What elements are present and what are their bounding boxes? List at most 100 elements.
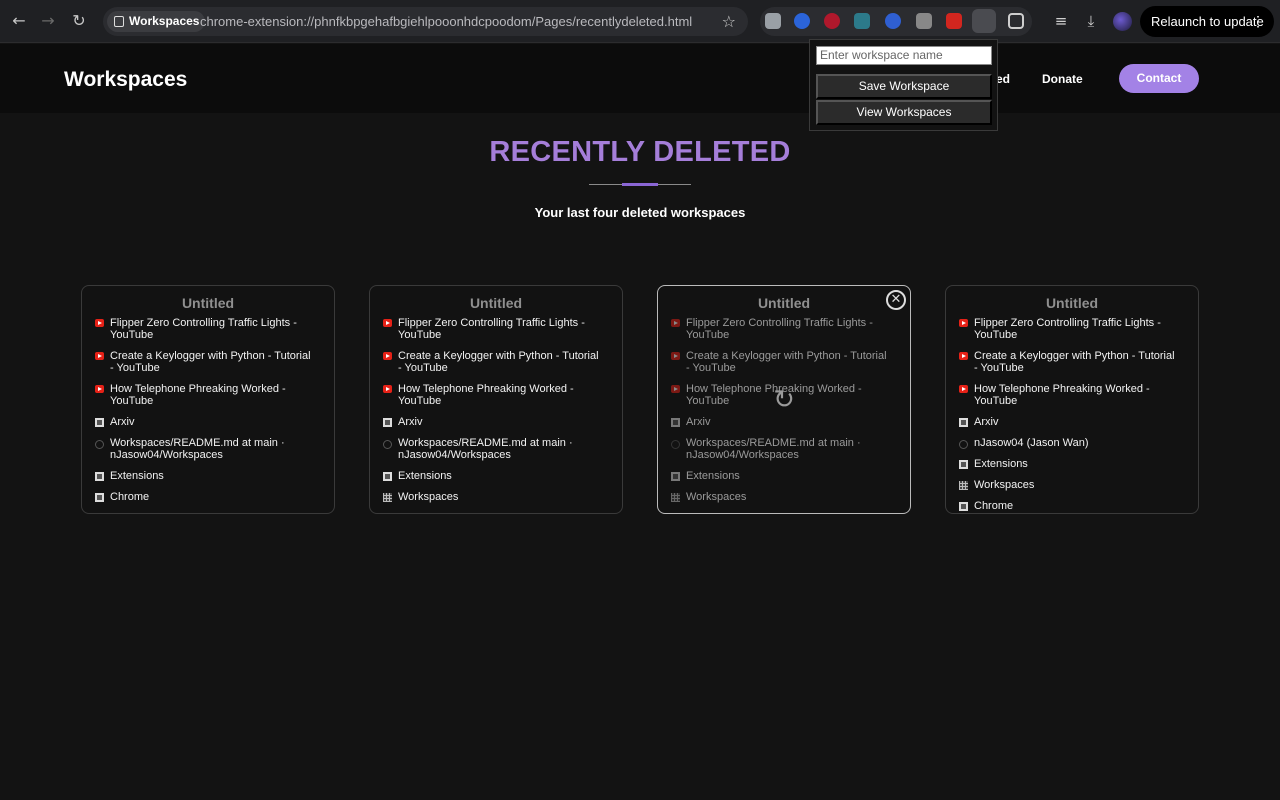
page-icon [959, 502, 968, 511]
workspace-card[interactable]: Untitled Flipper Zero Controlling Traffic… [657, 285, 911, 514]
workspace-tab-label: Workspaces/README.md at main · nJasow04/… [110, 437, 285, 461]
page-subtitle: Your last four deleted workspaces [534, 205, 746, 220]
workspace-tab-item[interactable]: How Telephone Phreaking Worked - YouTube [383, 383, 603, 407]
contact-button[interactable]: Contact [1119, 64, 1199, 93]
workspace-tab-item[interactable]: Create a Keylogger with Python - Tutoria… [95, 350, 315, 374]
workspace-tab-label: Workspaces [686, 491, 747, 503]
workspace-tab-label: Arxiv [686, 416, 711, 428]
workspace-tab-item[interactable]: Flipper Zero Controlling Traffic Lights … [959, 317, 1179, 341]
workspace-tab-label: Create a Keylogger with Python - Tutoria… [686, 350, 887, 374]
workspace-tab-item[interactable]: Arxiv [671, 416, 891, 428]
workspace-tab-item[interactable]: Workspaces [671, 491, 891, 503]
extension-page-icon [114, 16, 124, 27]
workspace-tab-item[interactable]: Workspaces [383, 491, 603, 503]
workspace-tab-label: Flipper Zero Controlling Traffic Lights … [686, 317, 873, 341]
workspace-tab-item[interactable]: Extensions [95, 470, 315, 482]
workspace-tab-item[interactable]: Flipper Zero Controlling Traffic Lights … [383, 317, 603, 341]
workspace-card[interactable]: Untitled Flipper Zero Controlling Traffic… [369, 285, 623, 514]
download-icon[interactable]: ⤓ [1082, 12, 1100, 30]
red-extension-icon[interactable] [946, 13, 962, 29]
site-header: Workspaces ed Donate Contact [0, 44, 1280, 113]
workspace-tab-label: How Telephone Phreaking Worked - YouTube [110, 383, 286, 407]
address-bar[interactable]: Workspaces chrome-extension://phnfkbpgeh… [103, 7, 748, 36]
workspace-tab-item[interactable]: Arxiv [959, 416, 1179, 428]
workspace-tab-label: Create a Keylogger with Python - Tutoria… [974, 350, 1175, 374]
page-icon [383, 418, 392, 427]
audio-extension-icon[interactable] [794, 13, 810, 29]
workspace-tab-item[interactable]: Extensions [671, 470, 891, 482]
workspace-tab-label: Workspaces/README.md at main · nJasow04/… [398, 437, 573, 461]
workspace-tab-item[interactable]: How Telephone Phreaking Worked - YouTube [959, 383, 1179, 407]
workspace-tab-item[interactable]: Create a Keylogger with Python - Tutoria… [383, 350, 603, 374]
youtube-icon [671, 352, 680, 360]
workspace-tab-list: Flipper Zero Controlling Traffic Lights … [95, 317, 315, 512]
page-title: RECENTLY DELETED [489, 136, 791, 168]
workspace-tab-label: Extensions [110, 470, 164, 482]
chrome-menu-icon[interactable]: ⋮ [1251, 6, 1265, 37]
gray-extension-icon[interactable] [916, 13, 932, 29]
workspace-name-input[interactable]: Enter workspace name [816, 46, 992, 65]
youtube-icon [959, 385, 968, 393]
close-icon[interactable]: ✕ [886, 290, 906, 310]
workspace-tab-item[interactable]: Workspaces/README.md at main · nJasow04/… [383, 437, 603, 461]
workspace-tab-item[interactable]: How Telephone Phreaking Worked - YouTube [95, 383, 315, 407]
profile-avatar[interactable] [1113, 12, 1132, 31]
youtube-icon [383, 385, 392, 393]
workspace-tab-item[interactable]: Arxiv [95, 416, 315, 428]
workspaces-extension-icon[interactable] [972, 9, 996, 33]
youtube-icon [95, 352, 104, 360]
forward-icon[interactable]: → [38, 11, 58, 31]
workspace-tab-label: Flipper Zero Controlling Traffic Lights … [398, 317, 585, 341]
title-divider-accent [622, 183, 658, 186]
workspace-tab-label: Flipper Zero Controlling Traffic Lights … [974, 317, 1161, 341]
workspace-tab-item[interactable]: Flipper Zero Controlling Traffic Lights … [95, 317, 315, 341]
view-workspaces-button[interactable]: View Workspaces [816, 100, 992, 125]
relaunch-button[interactable]: Relaunch to update ⋮ [1140, 6, 1274, 37]
workspace-tab-label: Workspaces/README.md at main · nJasow04/… [686, 437, 861, 461]
workspace-tab-item[interactable]: Chrome [95, 491, 315, 503]
ublock-extension-icon[interactable] [765, 13, 781, 29]
github-icon [95, 440, 104, 449]
video-extension-icon[interactable] [824, 13, 840, 29]
workspace-card[interactable]: Untitled Flipper Zero Controlling Traffic… [81, 285, 335, 514]
reading-list-icon[interactable]: ≡ [1052, 12, 1070, 30]
workspace-tab-item[interactable]: nJasow04 (Jason Wan) [959, 437, 1179, 449]
reload-icon[interactable]: ↻ [69, 11, 89, 31]
workspace-card-title: Untitled [181, 295, 235, 311]
page-icon [959, 460, 968, 469]
workspace-card[interactable]: Untitled Flipper Zero Controlling Traffic… [945, 285, 1199, 514]
workspace-tab-list: Flipper Zero Controlling Traffic Lights … [959, 317, 1179, 513]
save-workspace-button[interactable]: Save Workspace [816, 74, 992, 99]
brand-title[interactable]: Workspaces [64, 68, 187, 92]
workspace-tab-item[interactable]: Chrome [959, 500, 1179, 512]
bird-extension-icon[interactable] [854, 13, 870, 29]
workspace-tab-item[interactable]: Extensions [959, 458, 1179, 470]
restore-icon[interactable]: ↻ [771, 387, 797, 413]
workspace-tab-label: Workspaces [398, 491, 459, 503]
workspace-tab-label: Chrome [110, 491, 150, 503]
workspace-tab-item[interactable]: Flipper Zero Controlling Traffic Lights … [671, 317, 891, 341]
workspace-tab-label: nJasow04 (Jason Wan) [974, 437, 1089, 449]
workspace-tab-label: Arxiv [974, 416, 999, 428]
workspace-tab-item[interactable]: Create a Keylogger with Python - Tutoria… [959, 350, 1179, 374]
grid-icon [671, 493, 680, 502]
workspace-tab-item[interactable]: Workspaces [959, 479, 1179, 491]
workspace-tab-item[interactable]: Extensions [383, 470, 603, 482]
workspace-tab-item[interactable]: Workspaces/README.md at main · nJasow04/… [671, 437, 891, 461]
youtube-icon [95, 319, 104, 327]
youtube-icon [383, 352, 392, 360]
extensions-puzzle-icon[interactable] [1008, 13, 1024, 29]
site-chip[interactable]: Workspaces [107, 11, 206, 32]
workspace-tab-item[interactable]: Arxiv [383, 416, 603, 428]
back-icon[interactable]: ← [9, 11, 29, 31]
workspace-tab-item[interactable]: Workspaces/README.md at main · nJasow04/… [95, 437, 315, 461]
blue-extension-icon[interactable] [885, 13, 901, 29]
nav-link-partial[interactable]: ed [996, 72, 1010, 86]
bookmark-star-icon[interactable]: ☆ [722, 12, 736, 31]
workspace-tab-list: Flipper Zero Controlling Traffic Lights … [383, 317, 603, 512]
nav-link-donate[interactable]: Donate [1042, 72, 1083, 86]
workspace-tab-item[interactable]: Create a Keylogger with Python - Tutoria… [671, 350, 891, 374]
workspace-tab-label: Workspaces [974, 479, 1035, 491]
url-text[interactable]: chrome-extension://phnfkbpgehafbgiehlpoo… [200, 14, 692, 29]
page-icon [959, 418, 968, 427]
